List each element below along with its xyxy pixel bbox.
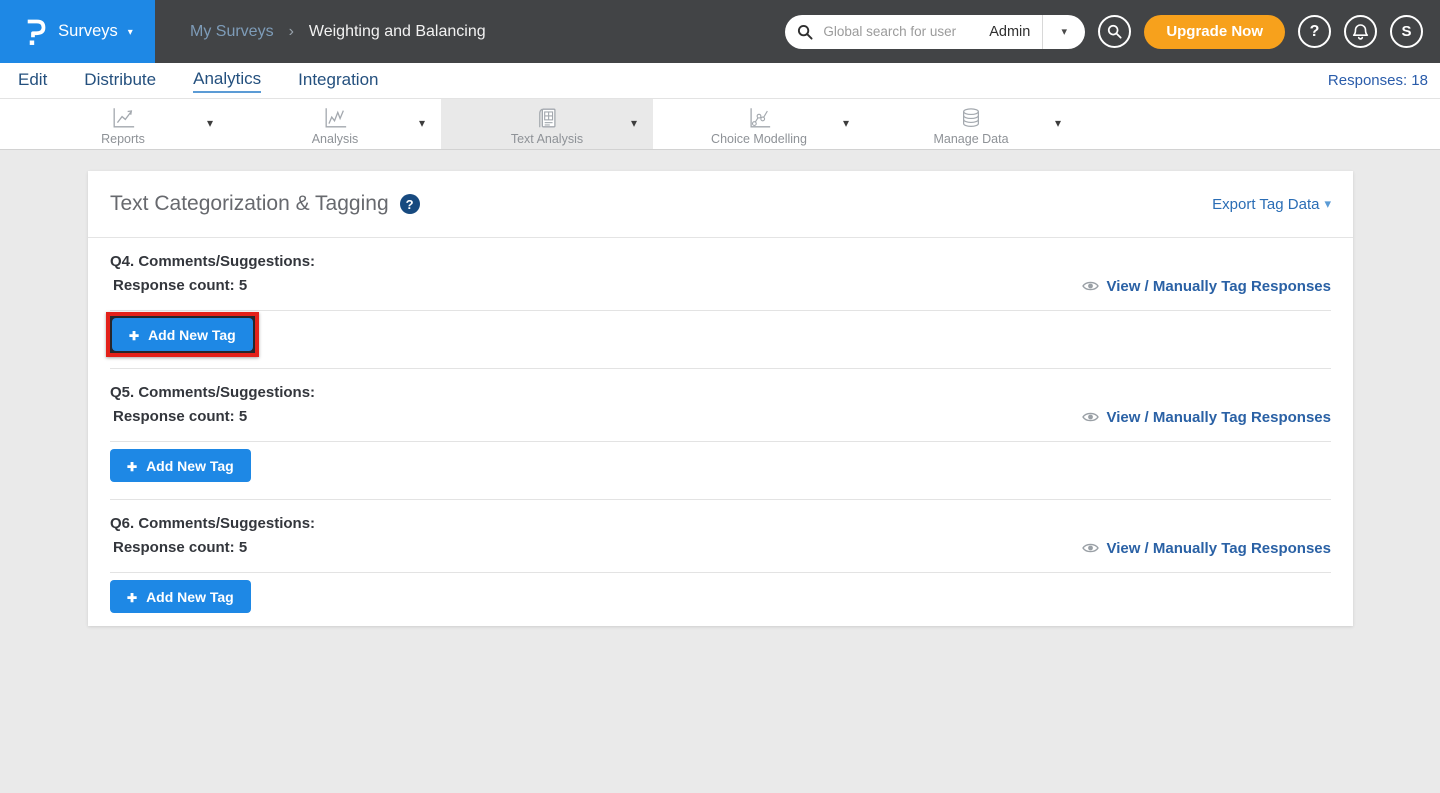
trend-chart-icon bbox=[322, 103, 348, 131]
user-avatar[interactable]: S bbox=[1390, 15, 1423, 48]
eye-icon bbox=[1082, 280, 1099, 292]
question-label: Q6. Comments/Suggestions: bbox=[110, 514, 1331, 534]
view-manually-tag-link[interactable]: View / Manually Tag Responses bbox=[1082, 278, 1331, 295]
search-scope-chevron-down-icon[interactable] bbox=[1043, 25, 1085, 38]
survey-nav: Edit Distribute Analytics Integration Re… bbox=[0, 63, 1440, 99]
surveys-app-menu[interactable]: Surveys bbox=[0, 0, 155, 63]
card-header: Text Categorization & Tagging ? Export T… bbox=[88, 171, 1353, 238]
tab-integration[interactable]: Integration bbox=[298, 69, 378, 92]
view-manually-tag-link[interactable]: View / Manually Tag Responses bbox=[1082, 540, 1331, 557]
button-wrap: Add New Tag bbox=[110, 580, 251, 613]
response-count: Response count: 5 bbox=[110, 276, 247, 296]
bell-icon bbox=[1352, 23, 1369, 41]
button-wrap: Add New Tag bbox=[110, 449, 251, 482]
search-icon bbox=[797, 24, 813, 40]
toolbar-item-manage-data[interactable]: Manage Data bbox=[865, 99, 1077, 149]
response-count: Response count: 5 bbox=[110, 407, 247, 427]
topbar-actions: Admin Upgrade Now ? S bbox=[785, 0, 1440, 63]
chevron-down-icon bbox=[1324, 196, 1331, 212]
toolbar-item-reports[interactable]: Reports bbox=[17, 99, 229, 149]
scatter-chart-icon bbox=[746, 103, 772, 131]
tab-edit[interactable]: Edit bbox=[18, 69, 47, 92]
global-search-input[interactable] bbox=[821, 23, 989, 40]
question-label: Q5. Comments/Suggestions: bbox=[110, 383, 1331, 403]
search-scope-value[interactable]: Admin bbox=[989, 24, 1042, 40]
help-button[interactable]: ? bbox=[1298, 15, 1331, 48]
view-manually-tag-link[interactable]: View / Manually Tag Responses bbox=[1082, 409, 1331, 426]
toolbar-item-analysis[interactable]: Analysis bbox=[229, 99, 441, 149]
divider bbox=[110, 572, 1331, 573]
line-chart-icon bbox=[110, 103, 136, 131]
chevron-down-icon[interactable] bbox=[843, 116, 849, 130]
search-icon bbox=[1107, 24, 1122, 39]
breadcrumb-my-surveys[interactable]: My Surveys bbox=[190, 23, 274, 41]
upgrade-now-button[interactable]: Upgrade Now bbox=[1144, 15, 1285, 49]
analytics-toolbar: Reports Analysis Text Analysis bbox=[0, 99, 1440, 150]
toolbar-item-choice-modelling[interactable]: Choice Modelling bbox=[653, 99, 865, 149]
plus-icon bbox=[127, 589, 137, 605]
breadcrumb-separator: › bbox=[289, 23, 294, 41]
tab-analytics[interactable]: Analytics bbox=[193, 68, 261, 93]
add-new-tag-button[interactable]: Add New Tag bbox=[110, 580, 251, 613]
global-search: Admin bbox=[785, 15, 1085, 49]
page-title: Text Categorization & Tagging bbox=[110, 192, 389, 216]
divider bbox=[110, 441, 1331, 442]
question-section-q4: Q4. Comments/Suggestions: Response count… bbox=[88, 238, 1353, 369]
database-icon bbox=[958, 103, 984, 131]
top-bar: Surveys My Surveys › Weighting and Balan… bbox=[0, 0, 1440, 63]
annotation-highlight-box: Add New Tag bbox=[106, 312, 259, 357]
add-new-tag-button[interactable]: Add New Tag bbox=[112, 318, 253, 351]
logo-p-icon bbox=[22, 15, 48, 49]
question-label: Q4. Comments/Suggestions: bbox=[110, 252, 1331, 272]
export-tag-data-menu[interactable]: Export Tag Data bbox=[1212, 196, 1331, 213]
chevron-down-icon[interactable] bbox=[207, 116, 213, 130]
question-section-q6: Q6. Comments/Suggestions: Response count… bbox=[88, 500, 1353, 619]
breadcrumb-current-survey: Weighting and Balancing bbox=[309, 23, 486, 41]
notifications-button[interactable] bbox=[1344, 15, 1377, 48]
search-button[interactable] bbox=[1098, 15, 1131, 48]
app-menu-label: Surveys bbox=[58, 22, 118, 41]
chevron-down-icon[interactable] bbox=[419, 116, 425, 130]
text-tagging-card: Text Categorization & Tagging ? Export T… bbox=[88, 171, 1353, 626]
add-new-tag-button[interactable]: Add New Tag bbox=[110, 449, 251, 482]
chevron-down-icon[interactable] bbox=[631, 116, 637, 130]
help-badge-icon[interactable]: ? bbox=[400, 194, 420, 214]
toolbar-item-text-analysis[interactable]: Text Analysis bbox=[441, 99, 653, 149]
responses-count: Responses: 18 bbox=[1328, 72, 1428, 89]
report-document-icon bbox=[534, 103, 560, 131]
question-section-q5: Q5. Comments/Suggestions: Response count… bbox=[88, 369, 1353, 500]
breadcrumb: My Surveys › Weighting and Balancing bbox=[190, 0, 486, 63]
divider bbox=[110, 310, 1331, 311]
eye-icon bbox=[1082, 411, 1099, 423]
plus-icon bbox=[127, 458, 137, 474]
page-content: Text Categorization & Tagging ? Export T… bbox=[0, 150, 1440, 626]
chevron-down-icon[interactable] bbox=[1055, 116, 1061, 130]
tab-distribute[interactable]: Distribute bbox=[84, 69, 156, 92]
chevron-down-icon bbox=[128, 27, 133, 38]
plus-icon bbox=[129, 327, 139, 343]
response-count: Response count: 5 bbox=[110, 538, 247, 558]
eye-icon bbox=[1082, 542, 1099, 554]
